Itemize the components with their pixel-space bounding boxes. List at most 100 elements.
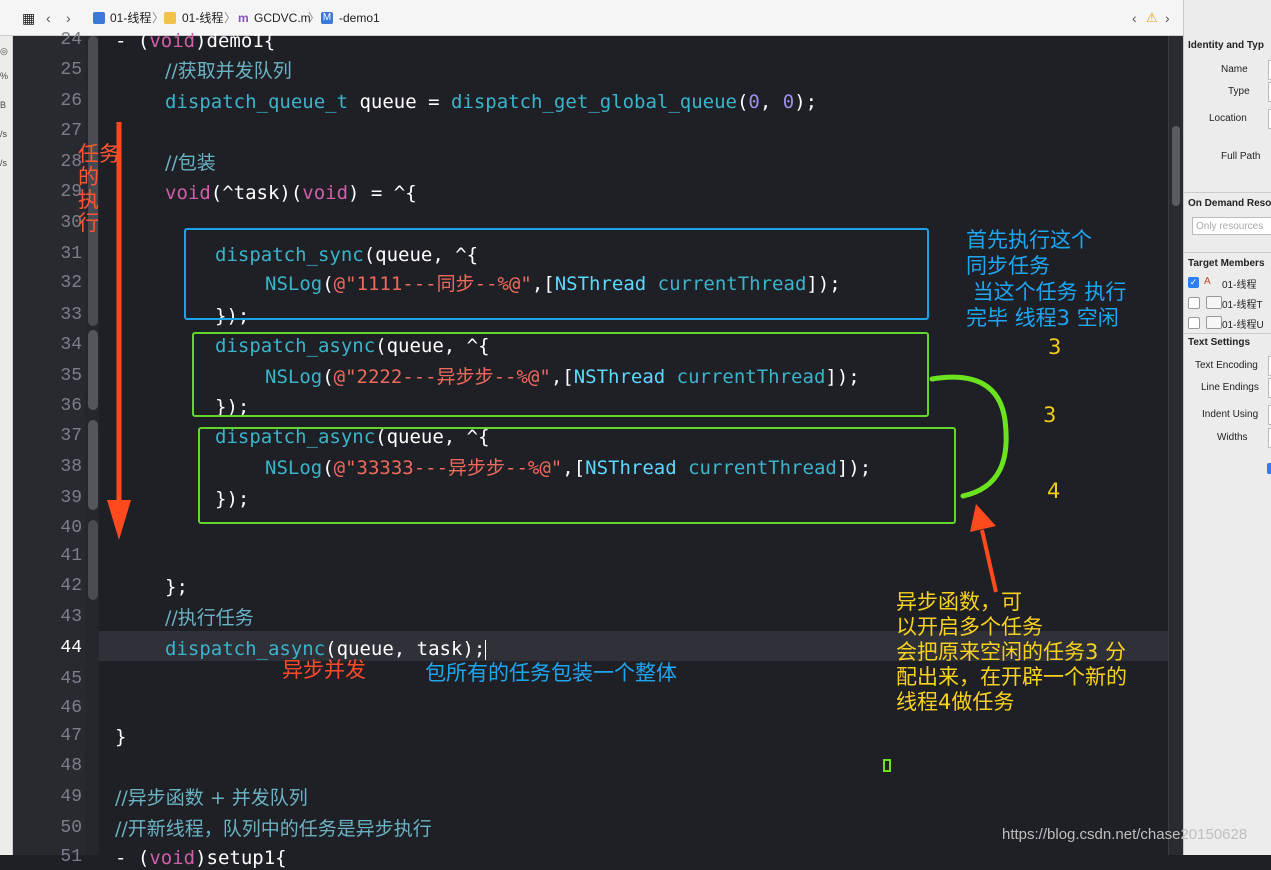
line-number[interactable]: 24 [22,30,82,50]
full-path-label: Full Path [1221,151,1261,162]
code-token: dispatch_get_global_queue [450,91,737,113]
wrap-note: 包所有的任务包装一个整体 [425,661,677,685]
line-number[interactable]: 41 [22,546,82,566]
async-note-arrowhead [970,504,996,532]
code-line[interactable]: //异步函数 + 并发队列 [115,786,308,810]
line-number[interactable]: 34 [22,335,82,355]
objc-file-icon: m [238,11,249,25]
target-checkbox-checked[interactable]: ✓ [1188,277,1199,288]
async-task-box-1 [192,332,929,417]
line-number[interactable]: 47 [22,726,82,746]
sync-note-line: 同步任务 [966,254,1050,278]
async-note-line: 线程4做任务 [896,690,1015,714]
line-number[interactable]: 32 [22,273,82,293]
line-number[interactable]: 46 [22,698,82,718]
sync-task-box [184,228,929,320]
tags-input[interactable]: Only resources [1192,217,1271,235]
async-concurrent-note: 异步并发 [282,658,366,682]
folder-icon [164,12,176,24]
back-icon[interactable]: ‹ [46,8,51,28]
navigator-edge-text: /s [0,158,8,168]
line-number[interactable]: 30 [22,213,82,233]
line-number[interactable]: 33 [22,305,82,325]
code-line[interactable]: }; [165,575,188,599]
divider [1184,192,1271,193]
test-target-icon [1206,316,1222,329]
line-number[interactable]: 42 [22,576,82,596]
async-function-note: 异步函数，可 以开启多个任务 会把原来空闲的任务3 分 配出来，在开辟一个新的 … [896,590,1127,715]
line-number[interactable]: 39 [22,488,82,508]
thread-number-4: 4 [1047,479,1061,503]
app-target-icon: A [1204,276,1211,287]
line-number[interactable]: 49 [22,787,82,807]
green-mark [883,759,891,772]
line-number[interactable]: 36 [22,396,82,416]
line-number[interactable]: 25 [22,60,82,80]
code-line[interactable]: - (void)setup1{ [115,846,287,870]
text-encoding-label: Text Encoding [1195,360,1258,371]
widths-label: Widths [1217,432,1248,443]
identity-section-title: Identity and Typ [1188,40,1264,51]
line-number[interactable]: 35 [22,366,82,386]
code-line[interactable]: - (void)demo1{ [115,29,275,53]
breadcrumb-separator: 〉 [224,11,237,25]
line-number[interactable]: 43 [22,607,82,627]
thread-number-3b: 3 [1043,403,1057,427]
task-exec-arrowhead [107,500,131,540]
line-number[interactable]: 29 [22,182,82,202]
navigator-edge-text: B [0,100,7,110]
code-token: //获取并发队列 [165,60,292,82]
breadcrumb-separator: 〉 [152,11,165,25]
warning-icon[interactable]: ⚠ [1146,8,1158,28]
target-checkbox[interactable] [1188,317,1200,329]
grid-icon[interactable]: ▦ [22,8,35,28]
code-line[interactable]: //开新线程，队列中的任务是异步执行 [115,817,432,841]
code-line[interactable]: dispatch_queue_t queue = dispatch_get_gl… [165,90,817,114]
sync-note-line: 完毕 线程3 空闲 [966,306,1119,330]
wrap-lines-checkbox[interactable] [1267,463,1271,474]
line-number[interactable]: 38 [22,457,82,477]
forward-icon[interactable]: › [66,8,71,28]
fold-marker[interactable] [88,330,98,410]
line-number[interactable]: 31 [22,244,82,264]
ondemand-section-title: On Demand Reso [1188,198,1271,209]
breadcrumb-file[interactable]: GCDVC.m [254,8,311,28]
line-number[interactable]: 45 [22,669,82,689]
type-label: Type [1228,86,1250,97]
task-exec-note-line: 的 [78,165,99,189]
next-issue-icon[interactable]: › [1165,8,1170,28]
scrollbar-thumb[interactable] [1172,126,1180,206]
line-number[interactable]: 37 [22,426,82,446]
async-note-line: 配出来，在开辟一个新的 [896,665,1127,689]
line-number[interactable]: 44 [22,638,82,658]
code-line[interactable]: } [115,725,126,749]
fold-marker[interactable] [88,520,98,600]
fold-marker[interactable] [88,420,98,510]
target-checkbox[interactable] [1188,297,1200,309]
line-number[interactable]: 28 [22,152,82,172]
previous-issue-icon[interactable]: ‹ [1132,8,1137,28]
code-line[interactable]: //获取并发队列 [165,59,292,83]
navigator-edge-text: /s [0,129,8,139]
line-number[interactable]: 51 [22,847,82,867]
editor-scrollbar[interactable] [1168,36,1184,855]
divider [1184,333,1271,334]
line-number[interactable]: 48 [22,756,82,776]
text-settings-title: Text Settings [1188,337,1251,348]
target-name: 01-线程U [1222,320,1264,331]
code-line[interactable]: //执行任务 [165,606,254,630]
code-line[interactable]: //包装 [165,151,216,175]
sync-note-line: 首先执行这个 [966,228,1092,252]
breadcrumb-method[interactable]: -demo1 [339,8,380,28]
line-number[interactable]: 26 [22,91,82,111]
breadcrumb-project[interactable]: 01-线程 [110,8,151,28]
line-number[interactable]: 50 [22,818,82,838]
navigator-edge-icon: ◎ [0,46,8,56]
line-number[interactable]: 27 [22,121,82,141]
breadcrumb-separator: 〉 [308,11,321,25]
thread-number-3a: 3 [1048,335,1062,359]
line-number[interactable]: 40 [22,518,82,538]
indent-using-label: Indent Using [1202,409,1259,420]
code-line[interactable]: void(^task)(void) = ^{ [165,181,417,205]
breadcrumb-group[interactable]: 01-线程 [182,8,223,28]
